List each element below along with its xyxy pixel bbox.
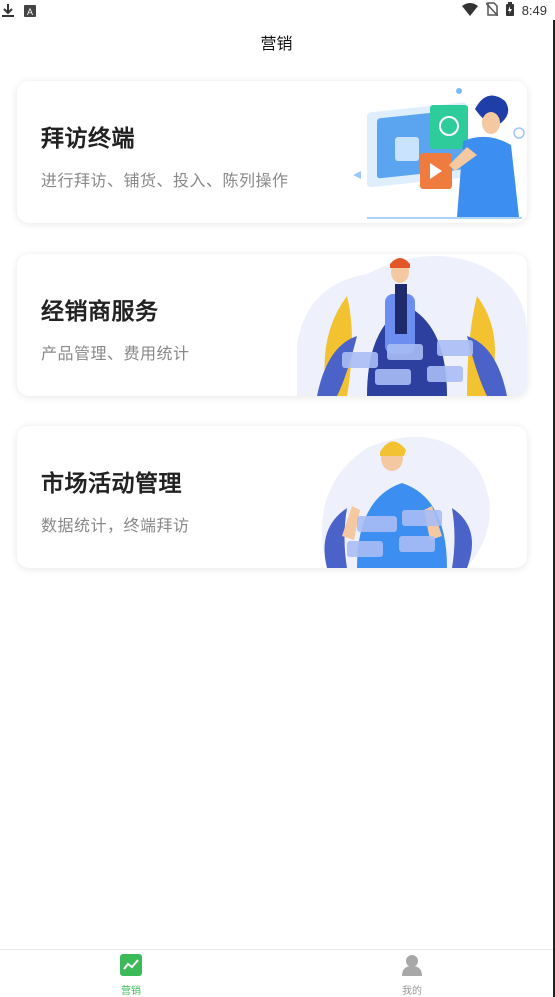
card-title: 拜访终端 [41,126,135,152]
bottom-tab-bar: 营销 我的 [0,949,553,997]
person-icon [402,955,422,976]
app-icon: A [24,2,36,21]
status-bar: A 8:49 [0,0,555,20]
no-sim-icon [485,1,499,20]
card-visit-terminal[interactable]: 拜访终端 进行拜访、铺货、投入、陈列操作 [17,81,527,223]
page-title: 营销 [260,34,293,53]
tab-mine[interactable]: 我的 [382,954,442,997]
download-icon [2,2,14,21]
card-dealer-service[interactable]: 经销商服务 产品管理、费用统计 [17,254,527,396]
tab-marketing[interactable]: 营销 [101,954,161,997]
wifi-icon [461,1,478,20]
page-header: 营销 [0,20,553,62]
card-market-activity[interactable]: 市场活动管理 数据统计，终端拜访 [17,426,527,568]
market-illustration [322,436,490,568]
card-subtitle: 数据统计，终端拜访 [41,516,190,535]
tab-label: 营销 [121,986,141,997]
visit-illustration [353,88,525,219]
status-time: 8:49 [521,3,547,18]
card-title: 市场活动管理 [41,471,182,497]
card-subtitle: 进行拜访、铺货、投入、陈列操作 [41,171,289,190]
svg-text:A: A [27,7,33,17]
battery-icon [505,1,514,20]
dealer-illustration [297,256,527,396]
card-title: 经销商服务 [41,299,159,325]
tab-label: 我的 [402,986,422,997]
chart-icon [120,954,142,976]
card-subtitle: 产品管理、费用统计 [41,344,190,363]
